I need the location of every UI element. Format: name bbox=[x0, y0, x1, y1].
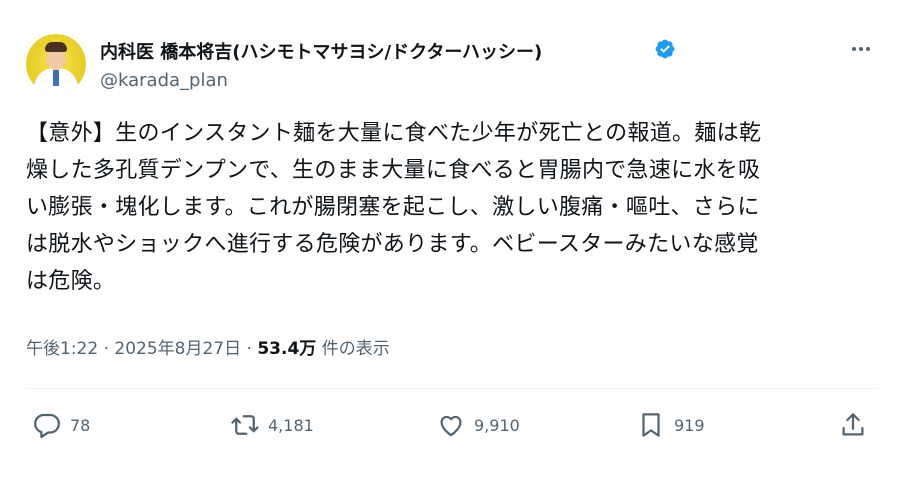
author-handle[interactable]: @karada_plan bbox=[100, 70, 228, 91]
repost-count: 4,181 bbox=[268, 415, 314, 435]
reply-count: 78 bbox=[70, 415, 91, 435]
avatar-hair bbox=[45, 42, 67, 52]
tweet-date[interactable]: 2025年8月27日 bbox=[114, 339, 241, 359]
bookmark-count: 919 bbox=[674, 415, 705, 435]
more-icon[interactable] bbox=[848, 38, 874, 60]
bookmark-icon bbox=[642, 413, 660, 437]
avatar[interactable] bbox=[26, 34, 86, 94]
views-count: 53.4万 bbox=[257, 339, 317, 359]
like-count: 9,910 bbox=[474, 415, 520, 435]
tweet-time[interactable]: 午後1:22 bbox=[26, 339, 98, 359]
tweet-meta: 午後1:22 · 2025年8月27日 · 53.4万 件の表示 bbox=[26, 334, 390, 359]
bookmark-button[interactable]: 919 bbox=[636, 408, 705, 442]
avatar-tie bbox=[53, 70, 59, 86]
share-icon bbox=[842, 413, 864, 436]
reply-button[interactable]: 78 bbox=[32, 408, 90, 442]
like-button[interactable]: 9,910 bbox=[436, 408, 520, 442]
repost-button[interactable]: 4,181 bbox=[230, 408, 314, 442]
meta-separator: · bbox=[246, 339, 252, 359]
divider bbox=[26, 388, 878, 389]
author-name[interactable]: 内科医 橋本将吉(ハシモトマサヨシ/ドクターハッシー) bbox=[100, 38, 542, 64]
like-icon bbox=[440, 415, 462, 437]
tweet-card: 内科医 橋本将吉(ハシモトマサヨシ/ドクターハッシー) @karada_plan… bbox=[0, 0, 904, 480]
verified-badge-icon bbox=[655, 39, 675, 59]
views-label: 件の表示 bbox=[321, 339, 390, 359]
reply-icon bbox=[34, 413, 60, 438]
tweet-text: 【意外】生のインスタント麺を大量に食べた少年が死亡との報道。麺は乾 燥した多孔質… bbox=[26, 121, 762, 294]
meta-separator: · bbox=[103, 339, 109, 359]
share-button[interactable] bbox=[838, 408, 868, 442]
repost-icon bbox=[231, 415, 259, 435]
